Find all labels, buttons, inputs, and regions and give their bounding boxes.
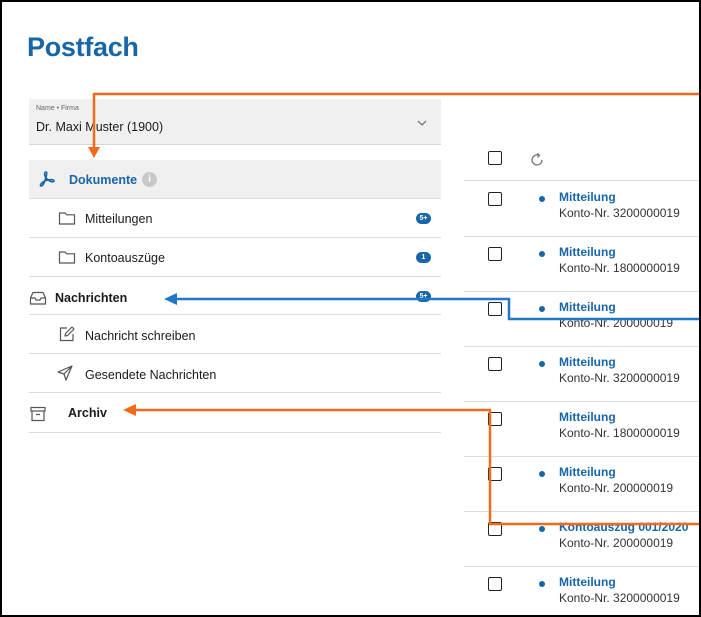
message-account: Konto-Nr. 200000019 <box>559 481 674 495</box>
message-account: Konto-Nr. 3200000019 <box>559 206 680 220</box>
message-subject[interactable]: Mitteilung <box>559 410 616 424</box>
unread-dot-icon <box>539 251 545 257</box>
message-list-header <box>464 143 699 181</box>
sidebar-item-label: Dokumente <box>69 173 138 187</box>
message-subject[interactable]: Mitteilung <box>559 300 616 314</box>
message-account: Konto-Nr. 200000019 <box>559 536 674 550</box>
refresh-icon[interactable] <box>528 151 546 169</box>
info-icon[interactable]: i <box>142 172 157 187</box>
unread-dot-icon <box>539 471 545 477</box>
message-row[interactable]: Mitteilung Konto-Nr. 3200000019 <box>464 182 699 237</box>
sidebar-item-label: Kontoauszüge <box>85 251 165 265</box>
screenshot-frame: Postfach Name • Firma Dr. Maxi Muster (1… <box>0 0 701 617</box>
message-row[interactable]: Mitteilung Konto-Nr. 1800000019 <box>464 237 699 292</box>
unread-dot-icon <box>539 581 545 587</box>
sidebar-item-gesendete-nachrichten[interactable]: Gesendete Nachrichten <box>29 354 441 393</box>
page-title: Postfach <box>27 32 139 62</box>
message-checkbox[interactable] <box>488 247 502 261</box>
send-icon <box>56 364 74 382</box>
sidebar-item-kontoauszuege[interactable]: Kontoauszüge 1 <box>29 238 441 277</box>
unread-dot-icon <box>539 196 545 202</box>
unread-badge: 5+ <box>416 291 431 302</box>
sidebar-item-archiv[interactable]: Archiv <box>29 393 441 433</box>
unread-badge: 5+ <box>416 213 431 224</box>
message-account: Konto-Nr. 3200000019 <box>559 591 680 605</box>
message-row[interactable]: Mitteilung Konto-Nr. 200000019 <box>464 457 699 512</box>
message-subject[interactable]: Mitteilung <box>559 245 616 259</box>
message-row[interactable]: Kontoauszug 001/2020 Konto-Nr. 200000019 <box>464 512 699 567</box>
sidebar-item-label: Mitteilungen <box>85 212 153 226</box>
message-row[interactable]: Mitteilung Konto-Nr. 1800000019 <box>464 402 699 457</box>
message-subject[interactable]: Mitteilung <box>559 190 616 204</box>
account-selector[interactable]: Name • Firma Dr. Maxi Muster (1900) <box>29 99 441 145</box>
message-subject[interactable]: Mitteilung <box>559 575 616 589</box>
message-row[interactable]: Mitteilung Konto-Nr. 200000019 <box>464 292 699 347</box>
sidebar-item-label: Gesendete Nachrichten <box>85 368 217 382</box>
folder-icon <box>58 209 76 227</box>
message-account: Konto-Nr. 1800000019 <box>559 261 680 275</box>
sidebar-item-mitteilungen[interactable]: Mitteilungen 5+ <box>29 199 441 238</box>
compose-icon <box>58 325 76 343</box>
message-account: Konto-Nr. 1800000019 <box>559 426 680 440</box>
message-checkbox[interactable] <box>488 522 502 536</box>
sidebar-item-label: Nachricht schreiben <box>85 329 196 343</box>
archive-icon <box>29 405 47 423</box>
message-subject[interactable]: Mitteilung <box>559 465 616 479</box>
unread-badge: 1 <box>416 252 431 263</box>
message-checkbox[interactable] <box>488 577 502 591</box>
unread-dot-icon <box>539 526 545 532</box>
message-checkbox[interactable] <box>488 302 502 316</box>
select-all-checkbox[interactable] <box>488 151 502 165</box>
sidebar-item-dokumente[interactable]: Dokumente i <box>29 160 441 199</box>
pdf-icon <box>38 170 56 188</box>
message-subject[interactable]: Kontoauszug 001/2020 <box>559 520 688 534</box>
unread-dot-icon <box>539 361 545 367</box>
message-row[interactable]: Mitteilung Konto-Nr. 3200000019 <box>464 567 699 615</box>
sidebar-item-label: Nachrichten <box>55 291 128 305</box>
account-label: Name • Firma <box>36 105 79 112</box>
message-checkbox[interactable] <box>488 467 502 481</box>
sidebar-item-nachrichten[interactable]: Nachrichten 5+ <box>29 277 441 315</box>
message-account: Konto-Nr. 200000019 <box>559 316 674 330</box>
folder-icon <box>58 248 76 266</box>
message-subject[interactable]: Mitteilung <box>559 355 616 369</box>
unread-dot-icon <box>539 306 545 312</box>
inbox-icon <box>29 289 47 307</box>
sidebar-item-label: Archiv <box>68 406 107 420</box>
message-checkbox[interactable] <box>488 412 502 426</box>
account-name: Dr. Maxi Muster (1900) <box>36 120 164 134</box>
message-account: Konto-Nr. 3200000019 <box>559 371 680 385</box>
message-row[interactable]: Mitteilung Konto-Nr. 3200000019 <box>464 347 699 402</box>
chevron-down-icon[interactable] <box>415 116 429 130</box>
message-checkbox[interactable] <box>488 357 502 371</box>
message-checkbox[interactable] <box>488 192 502 206</box>
sidebar-item-nachricht-schreiben[interactable]: Nachricht schreiben <box>29 315 441 354</box>
